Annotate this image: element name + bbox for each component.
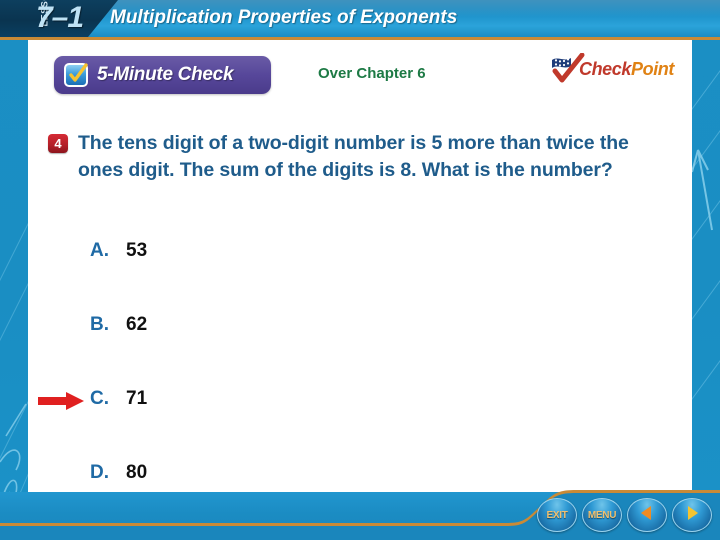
- next-slide-button[interactable]: [672, 498, 712, 532]
- answer-choice-value: 80: [126, 462, 148, 483]
- answer-choice[interactable]: A. 53: [28, 240, 692, 314]
- checkpoint-flag-check-icon: [549, 52, 587, 85]
- navigation-buttons: EXIT MENU: [537, 496, 712, 534]
- exit-button[interactable]: EXIT: [537, 498, 577, 532]
- slide-root: Multiplication Properties of Exponents L…: [0, 0, 720, 540]
- five-minute-check-label: 5-Minute Check: [97, 64, 234, 85]
- answer-choice-value: 53: [126, 240, 148, 261]
- answer-choice-value: 62: [126, 314, 148, 335]
- lesson-banner: Multiplication Properties of Exponents L…: [0, 0, 720, 40]
- answer-choice-value: 71: [126, 388, 148, 409]
- checkpoint-wordmark: CheckPoint: [579, 59, 674, 80]
- exit-button-label: EXIT: [546, 509, 568, 521]
- previous-slide-button[interactable]: [627, 498, 667, 532]
- answer-choice-letter: A.: [90, 240, 109, 261]
- checkbox-check-icon: [64, 63, 88, 87]
- answer-choice-letter: B.: [90, 314, 109, 335]
- checkpoint-word-point: Point: [631, 58, 674, 79]
- correct-answer-arrow-icon: [36, 391, 86, 411]
- question-row: 4 The tens digit of a two-digit number i…: [48, 130, 678, 184]
- right-decorative-strip: [692, 0, 720, 540]
- content-area: 5-Minute Check Over Chapter 6 CheckPoint…: [28, 40, 692, 505]
- left-decorative-strip: [0, 0, 28, 540]
- answer-choice-letter: D.: [90, 462, 109, 483]
- chapter-reference-label: Over Chapter 6: [318, 65, 426, 82]
- menu-button-label: MENU: [587, 509, 617, 521]
- lesson-number: 7–1: [36, 1, 84, 34]
- triangle-left-icon: [638, 504, 656, 527]
- question-text: The tens digit of a two-digit number is …: [78, 132, 629, 181]
- answer-choice[interactable]: B. 62: [28, 314, 692, 388]
- five-minute-check-badge: 5-Minute Check: [54, 56, 272, 94]
- question-number-badge: 4: [48, 134, 68, 153]
- checkpoint-logo: CheckPoint: [549, 52, 674, 86]
- answer-choice[interactable]: C. 71: [28, 388, 692, 462]
- menu-button[interactable]: MENU: [582, 498, 622, 532]
- lesson-title: Multiplication Properties of Exponents: [110, 7, 458, 28]
- answer-choice-letter: C.: [90, 388, 109, 409]
- triangle-right-icon: [683, 504, 701, 527]
